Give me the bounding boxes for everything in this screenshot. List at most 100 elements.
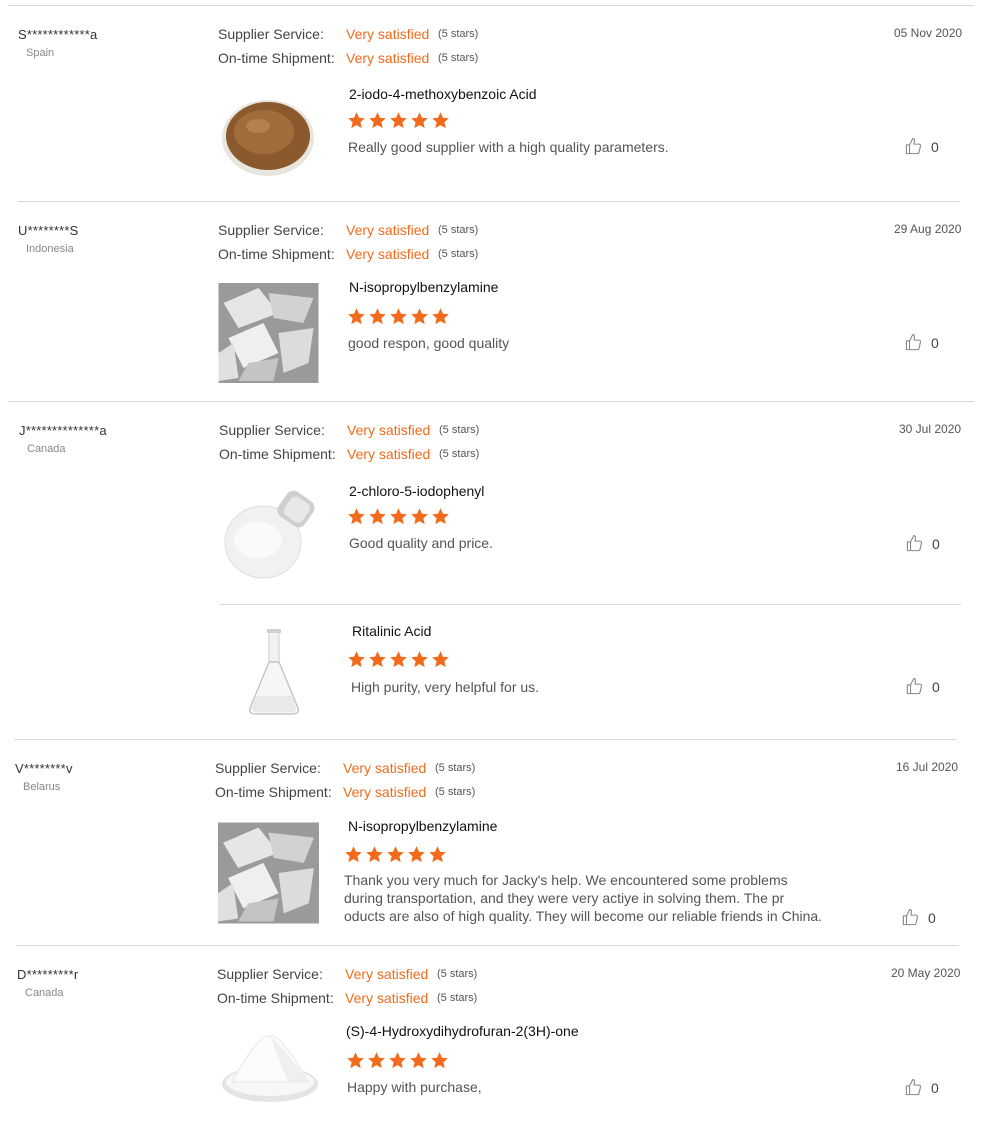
reviewer-country: Indonesia xyxy=(26,243,74,255)
shipment-label: On-time Shipment: xyxy=(217,990,334,1006)
divider xyxy=(8,5,974,6)
like-count: 0 xyxy=(931,334,939,351)
star-icon xyxy=(348,308,365,325)
thumbs-up-icon xyxy=(906,535,923,552)
shipment-label: On-time Shipment: xyxy=(218,50,335,66)
like-button[interactable]: 0 xyxy=(905,677,940,696)
star-icon xyxy=(348,112,365,129)
review-date: 30 Jul 2020 xyxy=(899,422,962,436)
divider xyxy=(18,201,960,202)
product-name[interactable]: Ritalinic Acid xyxy=(352,623,431,639)
review-comment-line: Thank you very much for Jacky's help. We… xyxy=(344,872,788,888)
shipment-stars: (5 stars) xyxy=(438,248,479,260)
shipment-value: Very satisfied xyxy=(347,446,431,462)
star-icon xyxy=(348,508,365,525)
star-icon xyxy=(347,1052,364,1069)
shipment-stars: (5 stars) xyxy=(438,52,479,64)
like-button[interactable]: 0 xyxy=(904,333,939,352)
product-image[interactable] xyxy=(218,86,318,186)
product-name[interactable]: N-isopropylbenzylamine xyxy=(349,279,498,295)
product-image[interactable] xyxy=(218,283,319,383)
review-date: 20 May 2020 xyxy=(891,966,961,980)
reviewer-country: Belarus xyxy=(23,781,61,793)
star-icon xyxy=(366,846,383,863)
star-icon xyxy=(390,651,407,668)
shipment-value: Very satisfied xyxy=(343,784,427,800)
star-icon xyxy=(411,112,428,129)
review-comment: Thank you very much for Jacky's help. We… xyxy=(344,871,864,925)
review-comment: Happy with purchase, xyxy=(347,1079,482,1095)
rating-stars xyxy=(346,1051,449,1070)
rating-stars xyxy=(347,307,450,326)
review-date: 05 Nov 2020 xyxy=(894,26,963,40)
supplier-service-value: Very satisfied xyxy=(347,422,431,438)
star-icon xyxy=(411,308,428,325)
star-icon xyxy=(348,651,365,668)
review-comment-line: during transportation, and they were ver… xyxy=(344,890,785,906)
supplier-service-label: Supplier Service: xyxy=(215,760,321,776)
review-comment: Good quality and price. xyxy=(349,535,493,551)
product-name[interactable]: N-isopropylbenzylamine xyxy=(348,818,497,834)
star-icon xyxy=(410,1052,427,1069)
star-icon xyxy=(369,112,386,129)
shipment-value: Very satisfied xyxy=(346,50,430,66)
product-name[interactable]: 2-chloro-5-iodophenyl xyxy=(349,483,484,499)
star-icon xyxy=(369,308,386,325)
reviewer-name: V********v xyxy=(15,761,73,776)
shipment-value: Very satisfied xyxy=(345,990,429,1006)
product-name[interactable]: (S)-4-Hydroxydihydrofuran-2(3H)-one xyxy=(346,1023,579,1039)
reviewer-name: J**************a xyxy=(19,423,107,438)
star-icon xyxy=(390,308,407,325)
star-icon xyxy=(369,651,386,668)
star-icon xyxy=(389,1052,406,1069)
supplier-service-value: Very satisfied xyxy=(346,26,430,42)
flask-image xyxy=(249,629,299,715)
star-icon xyxy=(390,112,407,129)
like-button[interactable]: 0 xyxy=(905,534,940,553)
supplier-service-stars: (5 stars) xyxy=(438,224,479,236)
star-icon xyxy=(345,846,362,863)
brown-powder-dish-image xyxy=(222,100,314,176)
crystals-image xyxy=(218,283,319,383)
review-comment: Really good supplier with a high quality… xyxy=(348,139,669,155)
thumbs-up-icon xyxy=(905,1079,922,1096)
product-name[interactable]: 2-iodo-4-methoxybenzoic Acid xyxy=(349,86,537,102)
thumbs-up-icon xyxy=(906,678,923,695)
like-button[interactable]: 0 xyxy=(904,1078,939,1097)
review-comment: good respon, good quality xyxy=(348,335,510,351)
supplier-service-label: Supplier Service: xyxy=(218,222,324,238)
thumbs-up-icon xyxy=(905,334,922,351)
like-count: 0 xyxy=(931,138,939,155)
supplier-service-stars: (5 stars) xyxy=(437,968,478,980)
rating-stars xyxy=(347,650,450,669)
reviewer-name: U********S xyxy=(18,223,79,238)
shipment-label: On-time Shipment: xyxy=(219,446,336,462)
supplier-service-value: Very satisfied xyxy=(343,760,427,776)
shipment-stars: (5 stars) xyxy=(437,992,478,1004)
supplier-service-stars: (5 stars) xyxy=(439,424,480,436)
product-image[interactable] xyxy=(232,620,326,724)
like-count: 0 xyxy=(928,909,936,926)
product-image[interactable] xyxy=(218,822,319,924)
product-image[interactable] xyxy=(218,480,333,586)
like-button[interactable]: 0 xyxy=(904,137,939,156)
star-icon xyxy=(368,1052,385,1069)
supplier-service-label: Supplier Service: xyxy=(218,26,324,42)
supplier-service-value: Very satisfied xyxy=(346,222,430,238)
like-button[interactable]: 0 xyxy=(901,908,936,927)
star-icon xyxy=(408,846,425,863)
shipment-stars: (5 stars) xyxy=(439,448,480,460)
white-powder-pile-image xyxy=(222,1035,318,1102)
reviewer-country: Canada xyxy=(27,443,66,455)
divider xyxy=(8,401,974,402)
supplier-service-value: Very satisfied xyxy=(345,966,429,982)
rating-stars xyxy=(347,111,450,130)
star-icon xyxy=(411,508,428,525)
thumbs-up-icon xyxy=(905,138,922,155)
product-image[interactable] xyxy=(218,1022,321,1124)
reviewer-name: S************a xyxy=(18,27,98,42)
star-icon xyxy=(432,112,449,129)
divider xyxy=(16,945,959,946)
like-count: 0 xyxy=(932,535,940,552)
divider xyxy=(14,739,957,740)
